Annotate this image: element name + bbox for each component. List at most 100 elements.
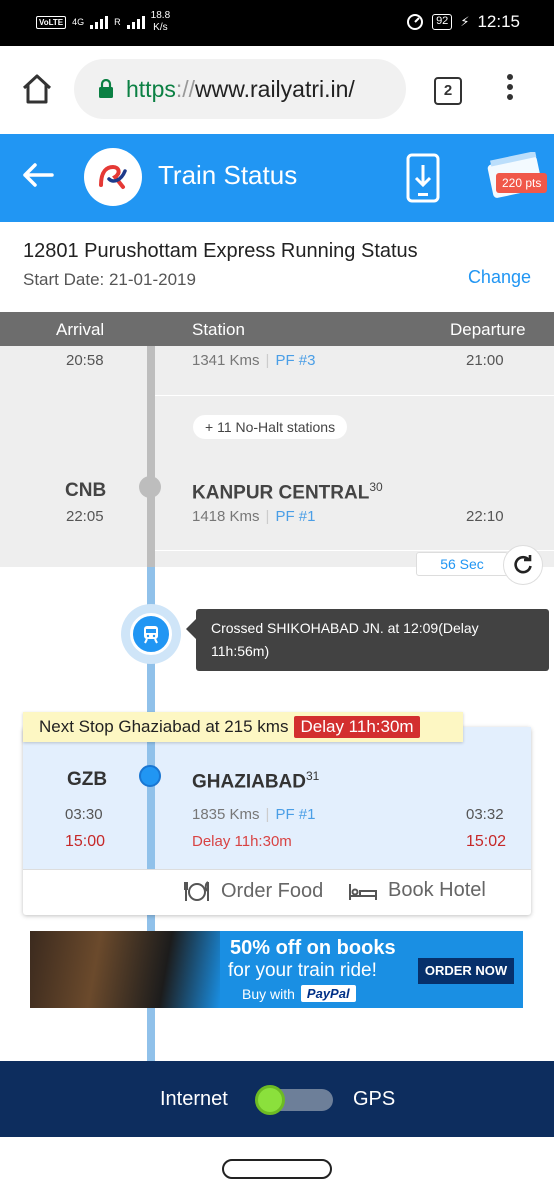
network-speed-value: 18.8 bbox=[150, 10, 171, 21]
refresh-icon bbox=[514, 555, 532, 574]
address-bar[interactable]: https://www.railyatri.in/ bbox=[74, 59, 406, 119]
signal-icon bbox=[90, 15, 109, 29]
kanpur-departure: 22:10 bbox=[466, 508, 504, 525]
status-bar: VoLTE 4G R 18.8 K/s 92 ⚡ 12:15 bbox=[0, 0, 554, 46]
internet-gps-toggle[interactable] bbox=[255, 1085, 333, 1115]
next-sched-arrival: 03:30 bbox=[65, 806, 103, 823]
passed-departure: 21:00 bbox=[466, 352, 504, 369]
next-delay: Delay 11h:30m bbox=[192, 833, 292, 850]
bed-icon bbox=[349, 883, 377, 900]
network-speed: 18.8 K/s bbox=[151, 10, 170, 34]
kanpur-station[interactable]: KANPUR CENTRAL30 bbox=[192, 480, 383, 504]
url-host: www.railyatri.in/ bbox=[195, 75, 355, 102]
route-line-card bbox=[147, 727, 155, 869]
app-header: Train Status bbox=[0, 134, 554, 222]
order-food-button[interactable]: Order Food bbox=[183, 879, 323, 903]
next-kms: 1835 Kms bbox=[192, 806, 260, 823]
network-speed-unit: K/s bbox=[153, 22, 168, 33]
start-date: Start Date: 21-01-2019 bbox=[23, 270, 196, 289]
passed-kms: 1341 Kms bbox=[192, 352, 260, 369]
ad-subline: for your train ride! bbox=[228, 960, 377, 981]
delay-badge: Delay 11h:30m bbox=[294, 716, 420, 738]
battery-icon: 92 bbox=[432, 14, 453, 30]
order-food-label: Order Food bbox=[221, 879, 324, 902]
next-sched-departure: 03:32 bbox=[466, 806, 504, 823]
kanpur-day: 30 bbox=[369, 480, 383, 494]
system-nav-bar bbox=[0, 1137, 554, 1200]
kanpur-arrival: 22:05 bbox=[66, 508, 104, 525]
change-date-link[interactable]: Change bbox=[468, 267, 531, 288]
current-position-tooltip: Crossed SHIKOHABAD JN. at 12:09(Delay 11… bbox=[186, 609, 549, 671]
passed-stations bbox=[0, 346, 554, 567]
kanpur-code: CNB bbox=[65, 480, 107, 501]
tab-switcher-button[interactable]: 2 bbox=[434, 77, 462, 105]
ad-order-now-button[interactable]: ORDER NOW bbox=[418, 958, 514, 984]
next-kms-pf: 1835 Kms | PF #1 bbox=[192, 806, 316, 823]
signal-icon-2 bbox=[126, 15, 145, 29]
charging-icon: ⚡ bbox=[460, 14, 470, 29]
ad-headline: 50% off on books bbox=[230, 937, 396, 959]
back-arrow-icon[interactable] bbox=[22, 162, 54, 188]
ad-image bbox=[30, 931, 220, 1008]
column-departure: Departure bbox=[450, 320, 526, 339]
lock-icon bbox=[99, 79, 113, 98]
next-code: GZB bbox=[67, 769, 108, 790]
train-info: 12801 Purushottam Express Running Status… bbox=[0, 222, 554, 312]
tooltip-line2: 11h:56m) bbox=[211, 643, 270, 659]
next-stop-text: Next Stop Ghaziabad at 215 kms bbox=[39, 717, 289, 736]
url-separator: :// bbox=[175, 75, 196, 102]
route-line-passed bbox=[147, 346, 155, 567]
train-name: 12801 Purushottam Express Running Status bbox=[23, 240, 418, 262]
paypal-logo: PayPal bbox=[300, 985, 356, 1002]
row-divider bbox=[155, 395, 554, 396]
gps-label: GPS bbox=[353, 1088, 396, 1110]
download-app-icon[interactable] bbox=[406, 153, 440, 203]
internet-label: Internet bbox=[160, 1088, 228, 1110]
next-name: GHAZIABAD bbox=[192, 771, 306, 793]
book-hotel-button[interactable]: Book Hotel bbox=[348, 879, 486, 902]
next-stop-card[interactable]: GZB GHAZIABAD31 03:30 1835 Kms | PF #1 03:… bbox=[23, 727, 531, 915]
no-halt-label: 11 No-Halt stations bbox=[217, 419, 336, 435]
next-exp-arrival: 15:00 bbox=[65, 833, 106, 850]
station-dot-next bbox=[139, 765, 161, 787]
next-day: 31 bbox=[306, 769, 320, 783]
train-position-marker[interactable] bbox=[121, 604, 181, 664]
ad-banner[interactable]: 50% off on books for your train ride! Bu… bbox=[30, 931, 523, 1008]
passed-arrival: 20:58 bbox=[66, 352, 104, 369]
points-badge[interactable]: 220 pts bbox=[496, 173, 548, 193]
station-dot-passed bbox=[139, 476, 161, 498]
home-gesture-pill[interactable] bbox=[222, 1159, 332, 1179]
ad-payment: Buy with PayPal bbox=[242, 985, 356, 1002]
home-icon[interactable] bbox=[20, 72, 54, 106]
roaming-indicator: R bbox=[114, 16, 121, 27]
browser-toolbar: https://www.railyatri.in/ 2 bbox=[0, 46, 554, 134]
book-hotel-label: Book Hotel bbox=[388, 879, 486, 901]
overflow-menu-icon[interactable] bbox=[505, 74, 515, 108]
refresh-countdown: 56 Sec bbox=[416, 552, 508, 576]
network-type: 4G bbox=[72, 16, 85, 27]
train-icon bbox=[144, 626, 158, 644]
page-title: Train Status bbox=[158, 160, 298, 190]
refresh-button[interactable] bbox=[503, 545, 543, 585]
ad-buy-with: Buy with bbox=[242, 985, 295, 1002]
clock: 12:15 bbox=[477, 12, 520, 31]
column-arrival: Arrival bbox=[56, 320, 105, 339]
next-stop-banner: Next Stop Ghaziabad at 215 kms Delay 11h… bbox=[23, 712, 463, 742]
kanpur-kms-pf: 1418 Kms | PF #1 bbox=[192, 508, 316, 525]
url-scheme: https bbox=[126, 75, 176, 102]
kanpur-pf: PF #1 bbox=[275, 508, 316, 525]
passed-kms-pf: 1341 Kms | PF #3 bbox=[192, 352, 316, 369]
food-icon bbox=[184, 881, 209, 901]
column-header: Arrival Station Departure bbox=[0, 312, 554, 346]
kanpur-name: KANPUR CENTRAL bbox=[192, 482, 370, 504]
volte-indicator: VoLTE bbox=[36, 15, 67, 29]
tooltip-line1: Crossed SHIKOHABAD JN. at 12:09(Delay bbox=[211, 620, 479, 636]
passed-pf: PF #3 bbox=[275, 352, 316, 369]
kanpur-kms: 1418 Kms bbox=[192, 508, 260, 525]
tracking-mode-bar: Internet GPS bbox=[0, 1061, 554, 1137]
row-divider bbox=[155, 550, 554, 551]
expand-plus-icon: + bbox=[205, 419, 214, 435]
no-halt-stations-button[interactable]: + 11 No-Halt stations bbox=[193, 415, 348, 439]
data-saver-icon bbox=[407, 14, 424, 30]
next-pf: PF #1 bbox=[275, 806, 316, 823]
